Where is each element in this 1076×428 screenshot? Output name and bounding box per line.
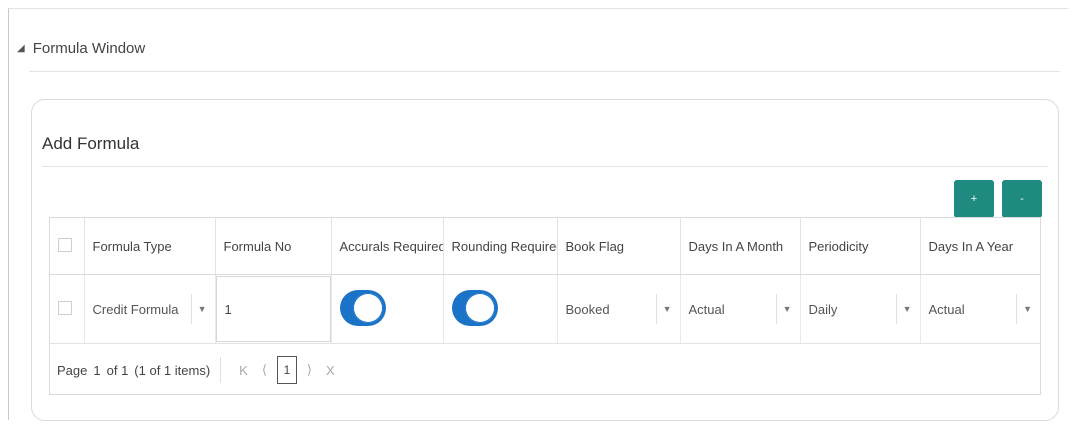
pager-page-value: 1 (93, 362, 101, 378)
column-header-book-flag[interactable]: Book Flag (557, 218, 681, 275)
first-page-icon[interactable]: K (239, 363, 248, 378)
pager-of-label: of 1 (106, 362, 129, 378)
chevron-down-icon[interactable]: ▼ (903, 304, 912, 314)
column-header-rounding-required[interactable]: Rounding Required (443, 218, 558, 275)
days-in-year-value: Actual (928, 301, 965, 317)
next-page-icon[interactable]: ⟩ (307, 362, 312, 378)
chevron-down-icon[interactable]: ▼ (663, 304, 672, 314)
column-header-periodicity[interactable]: Periodicity (800, 218, 921, 275)
days-in-year-select[interactable]: Actual ▼ (920, 274, 1040, 344)
book-flag-value: Booked (565, 301, 610, 317)
select-separator (895, 294, 897, 324)
book-flag-select[interactable]: Booked ▼ (557, 274, 681, 344)
formula-no-input[interactable]: 1 (215, 276, 330, 342)
select-separator (655, 294, 657, 324)
card-title: Add Formula (42, 134, 140, 153)
select-all-checkbox[interactable] (58, 237, 72, 252)
column-header-formula-type[interactable]: Formula Type (84, 218, 216, 275)
remove-row-button[interactable]: - (1002, 180, 1042, 218)
formula-no-value: 1 (224, 301, 232, 317)
current-page-button[interactable]: 1 (276, 356, 297, 384)
accurals-required-toggle[interactable] (339, 289, 386, 326)
pagination-bar: Page 1 of 1 (1 of 1 items) K ⟨ 1 ⟩ Х (50, 344, 1040, 396)
periodicity-select[interactable]: Daily ▼ (800, 274, 921, 344)
toggle-knob (352, 292, 383, 323)
formula-grid: Formula Type Formula No Accurals Require… (49, 217, 1041, 395)
last-page-icon[interactable]: Х (326, 363, 335, 378)
pager-items-label: (1 of 1 items) (134, 362, 211, 378)
grid-header-row: Formula Type Formula No Accurals Require… (50, 218, 1040, 275)
section-divider (29, 71, 1060, 72)
row-select-cell[interactable] (50, 274, 85, 344)
column-header-formula-no[interactable]: Formula No (215, 218, 332, 275)
select-separator (775, 294, 777, 324)
section-title: Formula Window (32, 39, 146, 57)
row-checkbox[interactable] (58, 300, 72, 315)
chevron-down-icon[interactable]: ▼ (783, 304, 792, 314)
formula-no-cell: 1 (215, 274, 332, 344)
add-row-button[interactable]: + (954, 180, 994, 218)
rounding-required-cell (443, 274, 558, 344)
column-header-days-in-year[interactable]: Days In A Year (920, 218, 1040, 275)
select-separator (190, 294, 192, 324)
collapse-triangle-icon[interactable]: ◢ (17, 43, 25, 54)
formula-type-select[interactable]: Credit Formula ▼ (84, 274, 216, 344)
rounding-required-toggle[interactable] (451, 289, 498, 326)
previous-page-icon[interactable]: ⟨ (262, 362, 267, 378)
days-in-month-select[interactable]: Actual ▼ (680, 274, 801, 344)
select-all-cell[interactable] (50, 218, 85, 275)
days-in-month-value: Actual (688, 301, 725, 317)
pager-page-label: Page (57, 362, 88, 378)
section-header[interactable]: ◢ Formula Window (17, 33, 145, 63)
table-row: Credit Formula ▼ 1 Booked ▼ Actual ▼ Dai… (50, 274, 1040, 344)
card-divider (42, 166, 1048, 167)
select-separator (1016, 294, 1018, 324)
formula-type-value: Credit Formula (92, 301, 179, 317)
accurals-required-cell (331, 274, 444, 344)
column-header-days-in-month[interactable]: Days In A Month (680, 218, 801, 275)
chevron-down-icon[interactable]: ▼ (198, 304, 207, 314)
formula-window-panel: ◢ Formula Window Add Formula + - Formula… (8, 8, 1068, 421)
chevron-down-icon[interactable]: ▼ (1023, 304, 1032, 314)
pager-divider (220, 357, 222, 383)
column-header-accurals-required[interactable]: Accurals Required (331, 218, 444, 275)
toggle-knob (464, 292, 495, 323)
add-formula-card: Add Formula + - Formula Type Formula No … (31, 99, 1059, 421)
periodicity-value: Daily (808, 301, 838, 317)
